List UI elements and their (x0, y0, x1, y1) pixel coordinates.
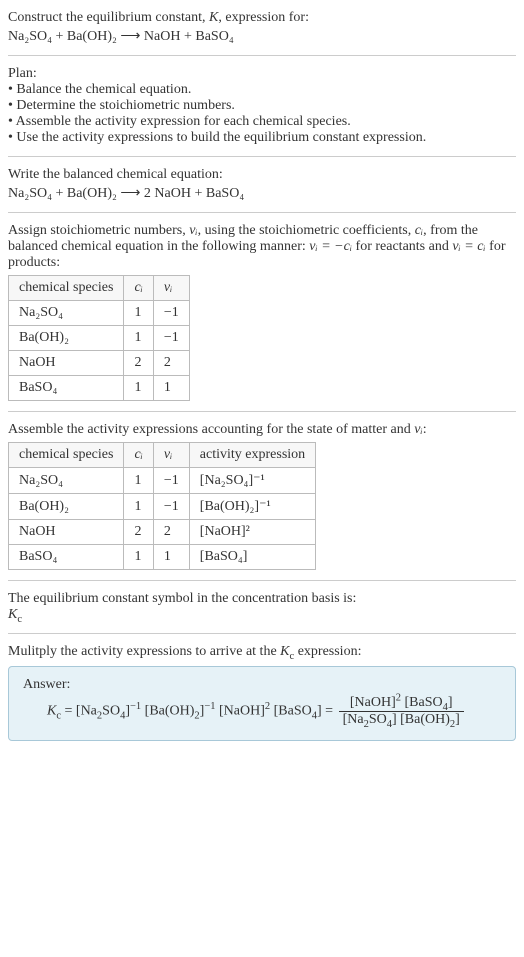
activity-table: chemical species cᵢ νᵢ activity expressi… (8, 442, 316, 570)
col-species: chemical species (9, 443, 124, 468)
cell-species: Na₂SO₄ (9, 468, 124, 494)
plan-bullet: • Balance the chemical equation. (8, 82, 516, 98)
col-species: chemical species (9, 276, 124, 301)
divider (8, 633, 516, 634)
col-activity: activity expression (189, 443, 315, 468)
divider (8, 55, 516, 56)
plan-title: Plan: (8, 66, 516, 82)
activity-title: Assemble the activity expressions accoun… (8, 422, 516, 438)
cell-nu: 1 (153, 545, 189, 570)
cell-c: 2 (124, 351, 153, 376)
col-nu: νᵢ (153, 443, 189, 468)
cell-c: 2 (124, 520, 153, 545)
text: , using the stoichiometric coefficients, (198, 223, 415, 238)
plan-bullet: • Assemble the activity expression for e… (8, 114, 516, 130)
table-header-row: chemical species cᵢ νᵢ activity expressi… (9, 443, 316, 468)
divider (8, 212, 516, 213)
divider (8, 411, 516, 412)
text: , expression for: (218, 10, 309, 25)
cell-species: Ba(OH)₂ (9, 326, 124, 351)
stoich-table: chemical species cᵢ νᵢ Na₂SO₄ 1 −1 Ba(OH… (8, 275, 190, 401)
cell-c: 1 (124, 545, 153, 570)
cell-activity: [Na₂SO₄]⁻¹ (189, 468, 315, 494)
cell-species: NaOH (9, 520, 124, 545)
stoich-intro: Assign stoichiometric numbers, νᵢ, using… (8, 223, 516, 271)
balanced-title: Write the balanced chemical equation: (8, 167, 516, 183)
cell-c: 1 (124, 468, 153, 494)
divider (8, 156, 516, 157)
cell-species: BaSO₄ (9, 545, 124, 570)
problem-line1: Construct the equilibrium constant, K, e… (8, 10, 516, 26)
text: Assign stoichiometric numbers, (8, 223, 189, 238)
problem-statement: Construct the equilibrium constant, K, e… (8, 10, 516, 45)
text: Mulitply the activity expressions to arr… (8, 644, 280, 659)
balanced-equation: Na₂SO₄ + Ba(OH)₂ ⟶ 2 NaOH + BaSO₄ (8, 185, 516, 202)
cell-species: NaOH (9, 351, 124, 376)
table-row: BaSO₄ 1 1 [BaSO₄] (9, 545, 316, 570)
nu-symbol: νᵢ (414, 422, 422, 437)
K-symbol: K (209, 10, 218, 25)
nu-symbol: νᵢ (189, 223, 197, 238)
cell-c: 1 (124, 376, 153, 401)
plan-bullet: • Use the activity expressions to build … (8, 130, 516, 146)
kc-symbol-section: The equilibrium constant symbol in the c… (8, 591, 516, 623)
answer-expression: Kc = [Na2SO4]−1 [Ba(OH)2]−1 [NaOH]2 [BaS… (47, 695, 501, 728)
kc-symbol-line: The equilibrium constant symbol in the c… (8, 591, 516, 607)
cell-species: Na₂SO₄ (9, 301, 124, 326)
table-header-row: chemical species cᵢ νᵢ (9, 276, 190, 301)
answer-label: Answer: (23, 677, 501, 693)
text: expression: (294, 644, 361, 659)
plan-section: Plan: • Balance the chemical equation. •… (8, 66, 516, 146)
cell-c: 1 (124, 494, 153, 520)
cell-nu: 1 (153, 376, 189, 401)
fraction: [NaOH]2 [BaSO4] [Na2SO4] [Ba(OH)2] (339, 695, 464, 728)
stoich-section: Assign stoichiometric numbers, νᵢ, using… (8, 223, 516, 401)
ci-symbol: cᵢ (415, 223, 423, 238)
numerator: [NaOH]2 [BaSO4] (339, 695, 464, 712)
cell-nu: 2 (153, 520, 189, 545)
text: Assemble the activity expressions accoun… (8, 422, 414, 437)
kc-symbol: Kc (280, 644, 294, 659)
denominator: [Na2SO4] [Ba(OH)2] (339, 712, 464, 728)
col-c: cᵢ (124, 443, 153, 468)
cell-activity: [Ba(OH)₂]⁻¹ (189, 494, 315, 520)
text: for reactants and (352, 239, 452, 254)
col-nu: νᵢ (153, 276, 189, 301)
col-c: cᵢ (124, 276, 153, 301)
activity-section: Assemble the activity expressions accoun… (8, 422, 516, 570)
text: : (423, 422, 427, 437)
divider (8, 580, 516, 581)
table-row: NaOH 2 2 [NaOH]² (9, 520, 316, 545)
cell-c: 1 (124, 301, 153, 326)
cell-activity: [NaOH]² (189, 520, 315, 545)
cell-activity: [BaSO₄] (189, 545, 315, 570)
table-row: Na₂SO₄ 1 −1 [Na₂SO₄]⁻¹ (9, 468, 316, 494)
cell-nu: −1 (153, 301, 189, 326)
text: Construct the equilibrium constant, (8, 10, 209, 25)
cell-nu: 2 (153, 351, 189, 376)
unbalanced-equation: Na₂SO₄ + Ba(OH)₂ ⟶ NaOH + BaSO₄ (8, 28, 516, 45)
cell-nu: −1 (153, 468, 189, 494)
kc-symbol: Kc (8, 607, 516, 623)
table-row: Ba(OH)₂ 1 −1 [Ba(OH)₂]⁻¹ (9, 494, 316, 520)
plan-bullet: • Determine the stoichiometric numbers. (8, 98, 516, 114)
table-row: NaOH 2 2 (9, 351, 190, 376)
multiply-section: Mulitply the activity expressions to arr… (8, 644, 516, 660)
table-row: BaSO₄ 1 1 (9, 376, 190, 401)
table-row: Na₂SO₄ 1 −1 (9, 301, 190, 326)
cell-nu: −1 (153, 494, 189, 520)
balanced-section: Write the balanced chemical equation: Na… (8, 167, 516, 202)
cell-species: BaSO₄ (9, 376, 124, 401)
answer-box: Answer: Kc = [Na2SO4]−1 [Ba(OH)2]−1 [NaO… (8, 666, 516, 741)
relation: νᵢ = cᵢ (452, 239, 485, 254)
relation: νᵢ = −cᵢ (309, 239, 352, 254)
cell-c: 1 (124, 326, 153, 351)
cell-nu: −1 (153, 326, 189, 351)
cell-species: Ba(OH)₂ (9, 494, 124, 520)
table-row: Ba(OH)₂ 1 −1 (9, 326, 190, 351)
